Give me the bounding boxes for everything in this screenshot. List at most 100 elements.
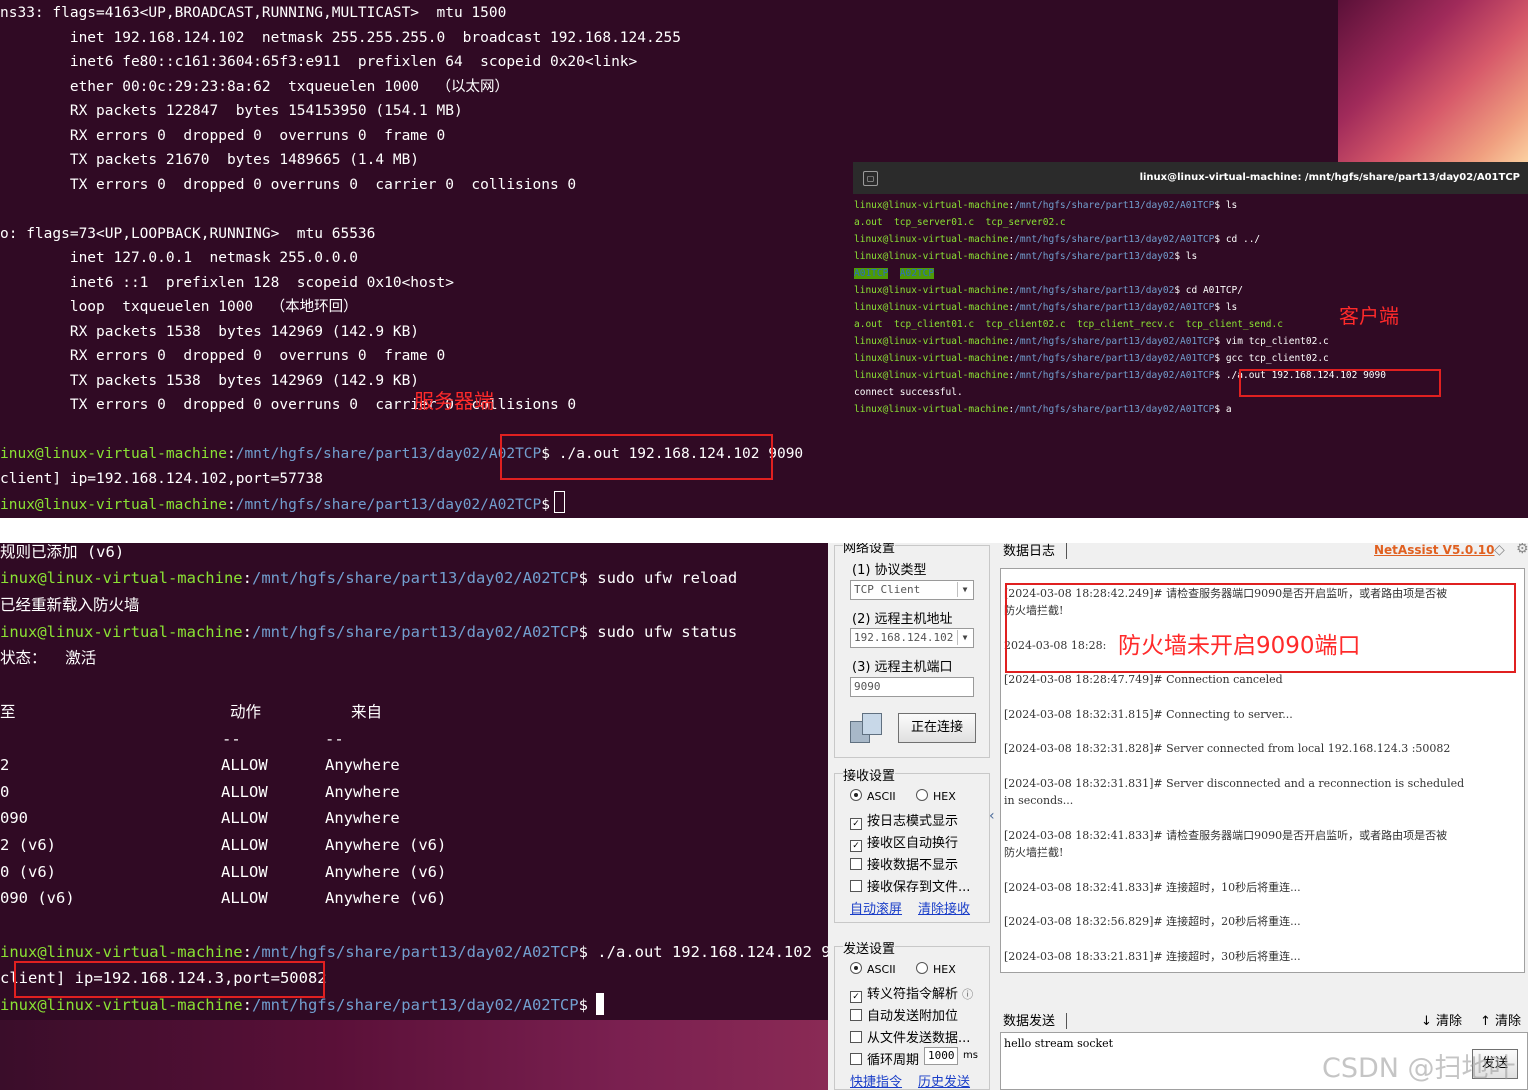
terminal-icon[interactable]: ▢ xyxy=(863,171,878,186)
highlight-box xyxy=(500,434,773,480)
chevron-down-icon[interactable]: ▼ xyxy=(957,582,972,597)
output-line: 规则已添加 (v6) xyxy=(0,543,125,561)
chevron-down-icon[interactable]: ▼ xyxy=(957,630,972,645)
terminal-line: RX errors 0 dropped 0 overruns 0 frame 0 xyxy=(0,128,446,144)
prompt-line: linux@linux-virtual-machine:/mnt/hgfs/sh… xyxy=(854,251,1198,262)
prompt-line: linux@linux-virtual-machine:/mnt/hgfs/sh… xyxy=(854,336,1329,347)
terminal-line: loop txqueuelen 1000 （本地环回） xyxy=(0,299,358,315)
auto-append-checkbox[interactable]: 自动发送附加位 xyxy=(850,1005,958,1024)
hex-radio[interactable]: HEX xyxy=(916,962,956,976)
terminal-line: inet 127.0.0.1 netmask 255.0.0.0 xyxy=(0,250,358,266)
loop-period-checkbox[interactable]: 循环周期 xyxy=(850,1049,919,1068)
info-icon[interactable]: ⓘ xyxy=(962,988,973,1001)
table-divider: -- xyxy=(325,730,344,748)
prompt-symbol: $ xyxy=(541,497,550,513)
terminal-line: inet6 ::1 prefixlen 128 scopeid 0x10<hos… xyxy=(0,275,454,291)
terminal-line: inet 192.168.124.102 netmask 255.255.255… xyxy=(0,30,681,46)
quick-cmd-link[interactable]: 快捷指令 xyxy=(850,1071,902,1090)
auto-wrap-checkbox[interactable]: ✓ 接收区自动换行 xyxy=(850,832,958,852)
log-line: [2024-03-08 18:32:56.829]# 连接超时，20秒后将重连.… xyxy=(1004,915,1301,928)
prompt-line: linux@linux-virtual-machine:/mnt/hgfs/sh… xyxy=(854,302,1238,313)
auto-scroll-link[interactable]: 自动滚屏 xyxy=(850,898,902,917)
escape-parse-checkbox[interactable]: ✓ 转义符指令解析 ⓘ xyxy=(850,983,973,1003)
table-cell: ALLOW xyxy=(221,756,268,774)
prompt-line: inux@linux-virtual-machine:/mnt/hgfs/sha… xyxy=(0,623,738,641)
prompt-line: linux@linux-virtual-machine:/mnt/hgfs/sh… xyxy=(854,285,1243,296)
host-input[interactable]: 192.168.124.102 ▼ xyxy=(850,628,974,648)
clear-send-button[interactable]: ↑ 清除 xyxy=(1480,1010,1521,1029)
protocol-select[interactable]: TCP Client ▼ xyxy=(850,580,974,600)
diamond-icon[interactable]: ◇ xyxy=(1494,543,1505,558)
output-line: connect successful. xyxy=(854,387,963,398)
output-line: a.out tcp_server01.c tcp_server02.c xyxy=(854,217,1066,228)
table-cell: Anywhere (v6) xyxy=(325,836,447,854)
dir-entry: A01TCP xyxy=(854,268,889,279)
terminal-line: TX packets 1538 bytes 142969 (142.9 KB) xyxy=(0,373,420,389)
table-cell: ALLOW xyxy=(221,889,268,907)
prompt-line: linux@linux-virtual-machine:/mnt/hgfs/sh… xyxy=(854,234,1261,245)
table-row: 090 (v6) xyxy=(0,889,75,907)
period-input[interactable]: 1000 xyxy=(924,1047,958,1065)
terminal-line: o: flags=73<UP,LOOPBACK,RUNNING> mtu 655… xyxy=(0,226,376,242)
firewall-terminal[interactable]: 规则已添加 (v6) inux@linux-virtual-machine:/m… xyxy=(0,543,828,1090)
network-icon xyxy=(850,713,882,743)
highlight-box xyxy=(1239,369,1441,397)
group-title: 接收设置 xyxy=(843,765,896,784)
table-header-from: 来自 xyxy=(351,703,383,721)
log-line: in seconds... xyxy=(1004,794,1074,807)
log-line: [2024-03-08 18:32:31.815]# Connecting to… xyxy=(1004,708,1293,721)
clear-recv-link[interactable]: 清除接收 xyxy=(918,898,970,917)
log-mode-checkbox[interactable]: ✓ 按日志模式显示 xyxy=(850,810,958,830)
collapse-arrow-icon[interactable]: ‹ xyxy=(989,808,995,824)
client-annotation: 客户端 xyxy=(1339,304,1399,328)
hide-data-checkbox[interactable]: 接收数据不显示 xyxy=(850,854,958,873)
terminal-line: inet6 fe80::c161:3604:65f3:e911 prefixle… xyxy=(0,54,638,70)
prompt-path: /mnt/hgfs/share/part13/day02/A02TCP xyxy=(235,446,542,462)
version-label[interactable]: NetAssist V5.0.10 xyxy=(1374,543,1494,557)
prompt-path: /mnt/hgfs/share/part13/day02/A02TCP xyxy=(235,497,542,513)
status-line: 状态： 激活 xyxy=(0,649,97,667)
prompt-line: linux@linux-virtual-machine:/mnt/hgfs/sh… xyxy=(854,353,1329,364)
clear-icon: ↓ xyxy=(1421,1014,1432,1029)
prompt-user: inux@linux-virtual-machine xyxy=(0,446,227,462)
clear-icon: ↑ xyxy=(1480,1014,1491,1029)
table-header-to: 至 xyxy=(0,703,16,721)
settings-icon[interactable]: ⚙ xyxy=(1516,543,1528,557)
table-row: 2 (v6) xyxy=(0,836,56,854)
ascii-radio[interactable]: ASCII xyxy=(850,789,896,803)
table-divider: -- xyxy=(222,730,241,748)
table-row: 0 (v6) xyxy=(0,863,56,881)
cursor xyxy=(595,993,604,1015)
prompt-line: inux@linux-virtual-machine:/mnt/hgfs/sha… xyxy=(0,569,738,587)
table-cell: Anywhere xyxy=(325,756,400,774)
terminal-line: RX packets 122847 bytes 154153950 (154.1… xyxy=(0,103,463,119)
connect-button[interactable]: 正在连接 xyxy=(898,713,976,743)
log-line: 防火墙拦截! xyxy=(1004,846,1064,859)
output-line: A01TCP A02TCP xyxy=(854,265,935,282)
table-cell: ALLOW xyxy=(221,863,268,881)
terminal-line: TX errors 0 dropped 0 overruns 0 carrier… xyxy=(0,177,577,193)
clear-send-history-button[interactable]: ↓ 清除 xyxy=(1421,1010,1462,1029)
log-line: [2024-03-08 18:32:41.833]# 连接超时，10秒后将重连.… xyxy=(1004,881,1301,894)
window-titlebar[interactable]: ▢ linux@linux-virtual-machine: /mnt/hgfs… xyxy=(853,162,1528,194)
group-title: 发送设置 xyxy=(843,938,896,957)
save-to-file-checkbox[interactable]: 接收保存到文件... xyxy=(850,876,970,895)
terminal-line: RX packets 1538 bytes 142969 (142.9 KB) xyxy=(0,324,420,340)
terminal-line: TX packets 21670 bytes 1489665 (1.4 MB) xyxy=(0,152,420,168)
table-cell: ALLOW xyxy=(221,783,268,801)
port-label: (3) 远程主机端口 xyxy=(852,660,953,675)
send-header: 数据发送 xyxy=(1003,1014,1056,1029)
send-file-checkbox[interactable]: 从文件发送数据... xyxy=(850,1027,970,1046)
history-link[interactable]: 历史发送 xyxy=(918,1071,970,1090)
firewall-annotation: 防火墙未开启9090端口 xyxy=(1118,633,1361,659)
client-terminal-window[interactable]: ▢ linux@linux-virtual-machine: /mnt/hgfs… xyxy=(853,162,1528,518)
port-input[interactable]: 9090 xyxy=(850,677,974,697)
dir-entry: A02TCP xyxy=(899,268,935,279)
header-divider xyxy=(1066,543,1067,559)
log-line: [2024-03-08 18:32:41.833]# 请检查服务器端口9090是… xyxy=(1004,829,1448,842)
hex-radio[interactable]: HEX xyxy=(916,789,956,803)
log-line: [2024-03-08 18:28:47.749]# Connection ca… xyxy=(1004,673,1283,686)
ascii-radio[interactable]: ASCII xyxy=(850,962,896,976)
command-text: ./a.out 192.168.124.102 9090 xyxy=(597,943,828,961)
group-title: 网络设置 xyxy=(843,543,896,556)
